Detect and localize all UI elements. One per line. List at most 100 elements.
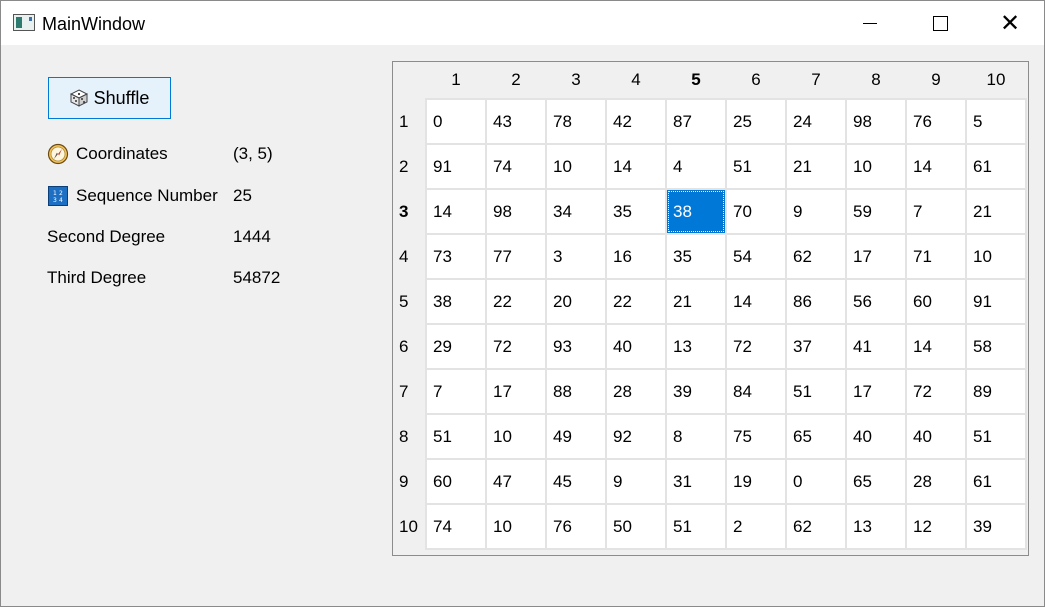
grid-cell[interactable]: 0 xyxy=(425,98,487,145)
grid-cell[interactable]: 2 xyxy=(725,503,787,550)
title-bar[interactable]: MainWindow ✕ xyxy=(1,1,1044,45)
column-header[interactable]: 5 xyxy=(666,62,726,99)
grid-cell[interactable]: 98 xyxy=(845,98,907,145)
grid-cell[interactable]: 76 xyxy=(545,503,607,550)
grid-cell[interactable]: 50 xyxy=(605,503,667,550)
column-header[interactable]: 10 xyxy=(966,62,1026,99)
grid-cell[interactable]: 54 xyxy=(725,233,787,280)
grid-cell[interactable]: 34 xyxy=(545,188,607,235)
grid-cell[interactable]: 21 xyxy=(965,188,1027,235)
grid-cell[interactable]: 77 xyxy=(485,233,547,280)
column-header[interactable]: 2 xyxy=(486,62,546,99)
grid-cell[interactable]: 25 xyxy=(725,98,787,145)
grid-cell[interactable]: 72 xyxy=(485,323,547,370)
grid-cell[interactable]: 10 xyxy=(845,143,907,190)
grid-cell[interactable]: 72 xyxy=(905,368,967,415)
grid-cell[interactable]: 17 xyxy=(845,233,907,280)
grid-cell[interactable]: 65 xyxy=(785,413,847,460)
grid-cell[interactable]: 47 xyxy=(485,458,547,505)
grid-cell[interactable]: 49 xyxy=(545,413,607,460)
grid-cell[interactable]: 70 xyxy=(725,188,787,235)
grid-cell[interactable]: 51 xyxy=(425,413,487,460)
grid-cell[interactable]: 35 xyxy=(605,188,667,235)
grid-cell[interactable]: 5 xyxy=(965,98,1027,145)
column-header[interactable]: 3 xyxy=(546,62,606,99)
column-header[interactable]: 8 xyxy=(846,62,906,99)
grid-cell[interactable]: 9 xyxy=(785,188,847,235)
grid-cell[interactable]: 12 xyxy=(905,503,967,550)
column-header[interactable]: 7 xyxy=(786,62,846,99)
grid-cell[interactable]: 9 xyxy=(605,458,667,505)
grid-cell[interactable]: 17 xyxy=(485,368,547,415)
row-header[interactable]: 1 xyxy=(393,99,426,144)
grid-cell[interactable]: 8 xyxy=(665,413,727,460)
grid-cell[interactable]: 22 xyxy=(485,278,547,325)
row-header[interactable]: 7 xyxy=(393,369,426,414)
grid-cell[interactable]: 40 xyxy=(845,413,907,460)
grid-cell[interactable]: 56 xyxy=(845,278,907,325)
grid-cell[interactable]: 84 xyxy=(725,368,787,415)
grid-cell[interactable]: 75 xyxy=(725,413,787,460)
grid-cell[interactable]: 60 xyxy=(425,458,487,505)
grid-cell[interactable]: 39 xyxy=(665,368,727,415)
row-header[interactable]: 2 xyxy=(393,144,426,189)
grid-cell[interactable]: 51 xyxy=(725,143,787,190)
grid-cell[interactable]: 51 xyxy=(965,413,1027,460)
grid-cell[interactable]: 93 xyxy=(545,323,607,370)
grid-cell[interactable]: 51 xyxy=(665,503,727,550)
grid-cell[interactable]: 14 xyxy=(605,143,667,190)
grid-corner-cell[interactable] xyxy=(393,62,426,99)
grid-cell[interactable]: 24 xyxy=(785,98,847,145)
row-header[interactable]: 4 xyxy=(393,234,426,279)
grid-cell[interactable]: 17 xyxy=(845,368,907,415)
grid-cell[interactable]: 35 xyxy=(665,233,727,280)
column-header[interactable]: 1 xyxy=(426,62,486,99)
grid-cell[interactable]: 28 xyxy=(905,458,967,505)
grid-cell[interactable]: 87 xyxy=(665,98,727,145)
grid-cell[interactable]: 73 xyxy=(425,233,487,280)
grid-cell[interactable]: 10 xyxy=(965,233,1027,280)
grid-cell[interactable]: 86 xyxy=(785,278,847,325)
row-header[interactable]: 6 xyxy=(393,324,426,369)
grid-cell[interactable]: 61 xyxy=(965,143,1027,190)
grid-cell[interactable]: 41 xyxy=(845,323,907,370)
grid-cell[interactable]: 10 xyxy=(485,503,547,550)
column-header[interactable]: 6 xyxy=(726,62,786,99)
grid-cell[interactable]: 20 xyxy=(545,278,607,325)
grid-cell[interactable]: 38 xyxy=(425,278,487,325)
grid-cell[interactable]: 91 xyxy=(965,278,1027,325)
grid-cell[interactable]: 21 xyxy=(785,143,847,190)
grid-cell[interactable]: 59 xyxy=(845,188,907,235)
grid-cell[interactable]: 40 xyxy=(905,413,967,460)
grid-cell[interactable]: 72 xyxy=(725,323,787,370)
close-button[interactable]: ✕ xyxy=(975,1,1045,45)
grid-cell[interactable]: 45 xyxy=(545,458,607,505)
grid-cell[interactable]: 42 xyxy=(605,98,667,145)
grid-cell[interactable]: 4 xyxy=(665,143,727,190)
grid-cell[interactable]: 14 xyxy=(725,278,787,325)
grid-cell[interactable]: 16 xyxy=(605,233,667,280)
grid-cell[interactable]: 76 xyxy=(905,98,967,145)
grid-cell[interactable]: 22 xyxy=(605,278,667,325)
data-grid[interactable]: 1 2 3 4 5 6 7 8 9 10 1 0 43 78 42 87 25 24 98 76 5 2 91 74 10 14… xyxy=(392,61,1029,556)
grid-cell[interactable]: 74 xyxy=(485,143,547,190)
grid-cell[interactable]: 28 xyxy=(605,368,667,415)
grid-cell[interactable]: 13 xyxy=(665,323,727,370)
grid-cell[interactable]: 65 xyxy=(845,458,907,505)
row-header[interactable]: 9 xyxy=(393,459,426,504)
grid-cell[interactable]: 78 xyxy=(545,98,607,145)
grid-cell[interactable]: 31 xyxy=(665,458,727,505)
grid-cell[interactable]: 10 xyxy=(545,143,607,190)
shuffle-button[interactable]: Shuffle xyxy=(48,77,171,119)
column-header[interactable]: 4 xyxy=(606,62,666,99)
row-header[interactable]: 5 xyxy=(393,279,426,324)
grid-cell[interactable]: 7 xyxy=(905,188,967,235)
grid-cell[interactable]: 14 xyxy=(905,143,967,190)
grid-cell[interactable]: 89 xyxy=(965,368,1027,415)
selected-grid-cell[interactable]: 38 xyxy=(665,188,727,235)
grid-cell[interactable]: 40 xyxy=(605,323,667,370)
grid-cell[interactable]: 74 xyxy=(425,503,487,550)
grid-cell[interactable]: 51 xyxy=(785,368,847,415)
grid-cell[interactable]: 21 xyxy=(665,278,727,325)
grid-cell[interactable]: 14 xyxy=(425,188,487,235)
